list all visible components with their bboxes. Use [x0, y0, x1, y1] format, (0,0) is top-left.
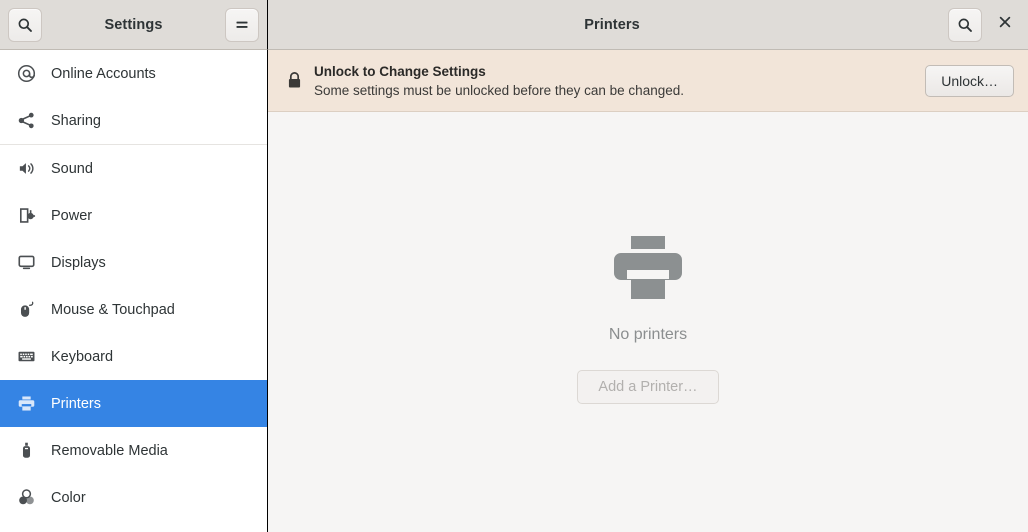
- infobar-title: Unlock to Change Settings: [314, 63, 486, 79]
- mouse-icon: [12, 300, 40, 319]
- speaker-volume-icon: [12, 159, 40, 178]
- monitor-display-icon: [12, 253, 40, 272]
- lock-icon: [282, 71, 306, 90]
- empty-state-message: No printers: [608, 325, 688, 343]
- sidebar-headerbar: Settings: [0, 0, 268, 50]
- usb-drive-icon: [12, 441, 40, 460]
- sidebar-item-printers[interactable]: Printers: [0, 380, 267, 427]
- battery-power-icon: [12, 206, 40, 225]
- sidebar-title: Settings: [104, 16, 163, 33]
- sidebar-item-color[interactable]: Color: [0, 474, 267, 521]
- printer-icon: [12, 394, 40, 413]
- sidebar-item-label: Printers: [51, 395, 101, 412]
- add-printer-button[interactable]: Add a Printer…: [577, 369, 719, 404]
- at-sign-icon: [12, 64, 40, 83]
- search-icon: [957, 17, 973, 33]
- sidebar-item-sharing[interactable]: Sharing: [0, 97, 267, 144]
- sidebar-item-sound[interactable]: Sound: [0, 145, 267, 192]
- sidebar-item-online-accounts[interactable]: Online Accounts: [0, 50, 267, 97]
- sidebar-item-label: Online Accounts: [51, 65, 156, 82]
- sidebar-item-label: Keyboard: [51, 348, 114, 365]
- sidebar-item-label: Color: [51, 489, 86, 506]
- printers-empty-state: No printers Add a Printer…: [268, 112, 1028, 532]
- sidebar-item-label: Sound: [51, 160, 93, 177]
- sidebar-item-label: Sharing: [51, 112, 101, 129]
- main-menu-button[interactable]: [225, 7, 259, 42]
- sidebar-item-label: Power: [51, 207, 93, 224]
- close-icon: [998, 15, 1012, 34]
- unlock-button[interactable]: Unlock…: [925, 64, 1014, 97]
- sidebar-list: Online Accounts Sharing Sound Power Disp…: [0, 50, 267, 521]
- infobar-text: Unlock to Change Settings Some settings …: [314, 62, 913, 100]
- sidebar-item-power[interactable]: Power: [0, 192, 267, 239]
- settings-sidebar: Online Accounts Sharing Sound Power Disp…: [0, 50, 268, 532]
- sidebar-item-removable-media[interactable]: Removable Media: [0, 427, 267, 474]
- printers-panel: Unlock to Change Settings Some settings …: [268, 50, 1028, 532]
- infobar-subtitle: Some settings must be unlocked before th…: [314, 82, 684, 98]
- main-headerbar: Printers: [268, 0, 1028, 50]
- search-button[interactable]: [8, 7, 42, 42]
- sidebar-item-mouse-touchpad[interactable]: Mouse & Touchpad: [0, 286, 267, 333]
- sidebar-item-label: Removable Media: [51, 442, 168, 459]
- printer-search-button[interactable]: [948, 7, 982, 42]
- sidebar-item-label: Mouse & Touchpad: [51, 301, 175, 318]
- search-icon: [17, 17, 33, 33]
- page-title: Printers: [584, 16, 640, 33]
- sidebar-item-displays[interactable]: Displays: [0, 239, 267, 286]
- settings-window: Settings Printers Online Accounts Sharin…: [0, 0, 1028, 532]
- share-nodes-icon: [12, 111, 40, 130]
- printer-large-icon: [610, 235, 686, 310]
- keyboard-icon: [12, 347, 40, 366]
- sidebar-item-keyboard[interactable]: Keyboard: [0, 333, 267, 380]
- color-circles-icon: [12, 488, 40, 507]
- window-body: Online Accounts Sharing Sound Power Disp…: [0, 50, 1028, 532]
- hamburger-menu-icon: [234, 17, 250, 33]
- sidebar-item-label: Displays: [51, 254, 106, 271]
- unlock-infobar: Unlock to Change Settings Some settings …: [268, 50, 1028, 112]
- close-button[interactable]: [990, 8, 1020, 42]
- titlebar-row: Settings Printers: [0, 0, 1028, 50]
